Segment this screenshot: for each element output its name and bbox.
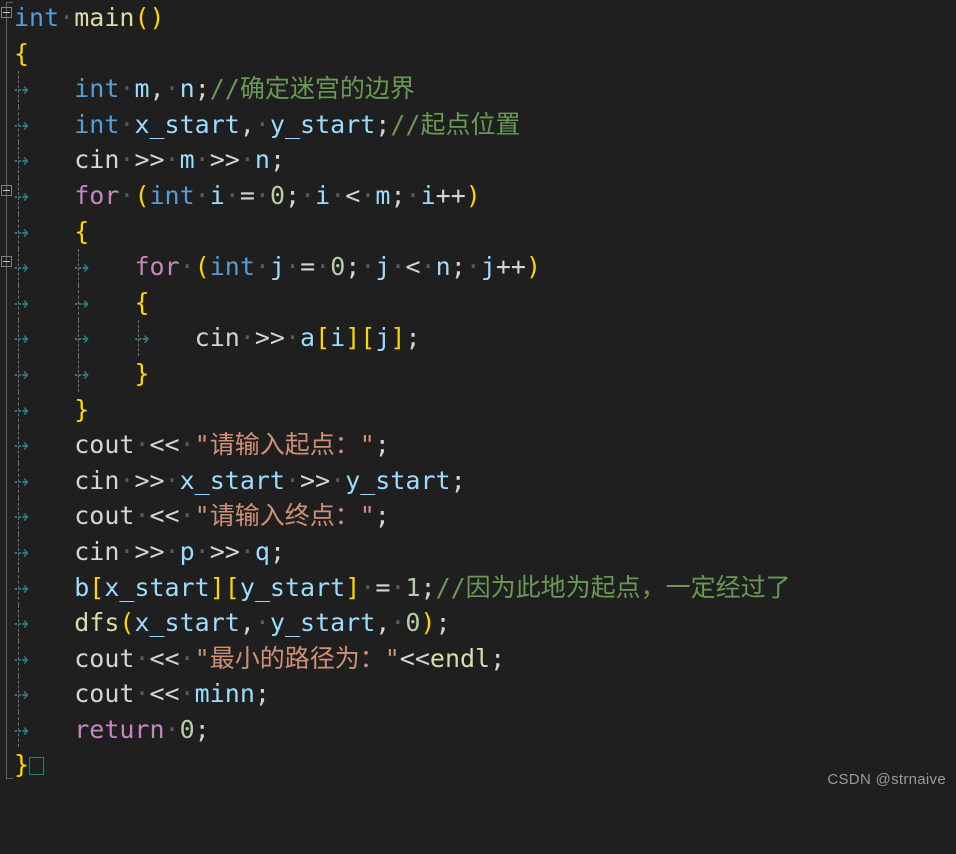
code-line-7-text: ⇢ { bbox=[14, 216, 90, 246]
code-line-10-text: ⇢ ⇢ ⇢ cin·>>·a[i][j]; bbox=[14, 323, 421, 353]
code-line-11-text: ⇢ ⇢ } bbox=[14, 358, 150, 388]
code-line-14[interactable]: ⇢ cin·>>·x_start·>>·y_start; bbox=[14, 462, 956, 499]
csdn-watermark: CSDN @strnaive bbox=[827, 771, 946, 788]
code-line-16-text: ⇢ cin·>>·p·>>·q; bbox=[14, 536, 286, 566]
code-line-21-text: ⇢ return·0; bbox=[14, 714, 210, 744]
code-line-9-text: ⇢ ⇢ { bbox=[14, 287, 150, 317]
code-line-22-text: } bbox=[14, 747, 44, 783]
code-line-19[interactable]: ⇢ cout·<<·"最小的路径为："<<endl; bbox=[14, 640, 956, 677]
code-line-9[interactable]: ⇢ ⇢ { bbox=[14, 284, 956, 321]
code-line-15-text: ⇢ cout·<<·"请输入终点："; bbox=[14, 501, 390, 531]
code-line-17-text: ⇢ b[x_start][y_start]·=·1;//因为此地为起点，一定经过… bbox=[14, 572, 791, 602]
code-line-5-text: ⇢ cin·>>·m·>>·n; bbox=[14, 145, 286, 175]
code-line-5[interactable]: ⇢ cin·>>·m·>>·n; bbox=[14, 142, 956, 178]
code-line-2[interactable]: { bbox=[14, 36, 956, 72]
code-line-11[interactable]: ⇢ ⇢ } bbox=[14, 355, 956, 392]
code-line-2-text: { bbox=[14, 38, 30, 68]
editor-gutter[interactable] bbox=[0, 0, 14, 796]
code-line-16[interactable]: ⇢ cin·>>·p·>>·q; bbox=[14, 533, 956, 570]
code-editor[interactable]: int·main() { ⇢ int·m,·n;//确定迷宫的边界 ⇢ int·… bbox=[0, 0, 956, 796]
code-line-14-text: ⇢ cin·>>·x_start·>>·y_start; bbox=[14, 465, 466, 495]
code-line-12[interactable]: ⇢ } bbox=[14, 391, 956, 428]
code-line-1[interactable]: int·main() bbox=[14, 0, 956, 36]
code-line-3[interactable]: ⇢ int·m,·n;//确定迷宫的边界 bbox=[14, 71, 956, 107]
code-line-15[interactable]: ⇢ cout·<<·"请输入终点："; bbox=[14, 498, 956, 534]
scope-bracket-guide bbox=[6, 2, 7, 778]
code-line-10[interactable]: ⇢ ⇢ ⇢ cin·>>·a[i][j]; bbox=[14, 320, 956, 356]
fold-toggle-line-1[interactable] bbox=[1, 7, 12, 18]
code-line-12-text: ⇢ } bbox=[14, 394, 90, 424]
code-line-21[interactable]: ⇢ return·0; bbox=[14, 711, 956, 748]
code-line-20-text: ⇢ cout·<<·minn; bbox=[14, 679, 270, 709]
code-line-3-text: ⇢ int·m,·n;//确定迷宫的边界 bbox=[14, 74, 415, 104]
code-line-4-text: ⇢ int·x_start,·y_start;//起点位置 bbox=[14, 109, 521, 139]
code-line-13[interactable]: ⇢ cout·<<·"请输入起点："; bbox=[14, 427, 956, 463]
code-line-8[interactable]: ⇢ ⇢ for·(int·j·=·0;·j·<·n;·j++) bbox=[14, 249, 956, 285]
scope-guide-tick-bottom bbox=[6, 778, 13, 779]
code-line-6[interactable]: ⇢ for·(int·i·=·0;·i·<·m;·i++) bbox=[14, 177, 956, 214]
code-line-6-text: ⇢ for·(int·i·=·0;·i·<·m;·i++) bbox=[14, 180, 481, 210]
fold-toggle-line-8[interactable] bbox=[1, 256, 12, 267]
eof-marker-icon bbox=[29, 757, 44, 776]
code-line-13-text: ⇢ cout·<<·"请输入起点："; bbox=[14, 430, 390, 460]
scope-guide-tick-top bbox=[6, 2, 13, 3]
fold-toggle-line-6[interactable] bbox=[1, 185, 12, 196]
code-line-4[interactable]: ⇢ int·x_start,·y_start;//起点位置 bbox=[14, 106, 956, 143]
code-line-22[interactable]: } bbox=[14, 747, 956, 783]
code-line-18-text: ⇢ dfs(x_start,·y_start,·0); bbox=[14, 608, 451, 638]
code-line-20[interactable]: ⇢ cout·<<·minn; bbox=[14, 676, 956, 712]
code-line-17[interactable]: ⇢ b[x_start][y_start]·=·1;//因为此地为起点，一定经过… bbox=[14, 569, 956, 606]
code-line-18[interactable]: ⇢ dfs(x_start,·y_start,·0); bbox=[14, 605, 956, 641]
code-line-8-text: ⇢ ⇢ for·(int·j·=·0;·j·<·n;·j++) bbox=[14, 252, 542, 282]
code-content[interactable]: int·main() { ⇢ int·m,·n;//确定迷宫的边界 ⇢ int·… bbox=[14, 0, 956, 796]
code-line-1-text: int·main() bbox=[14, 3, 165, 32]
code-line-7[interactable]: ⇢ { bbox=[14, 213, 956, 250]
code-line-19-text: ⇢ cout·<<·"最小的路径为："<<endl; bbox=[14, 643, 506, 673]
